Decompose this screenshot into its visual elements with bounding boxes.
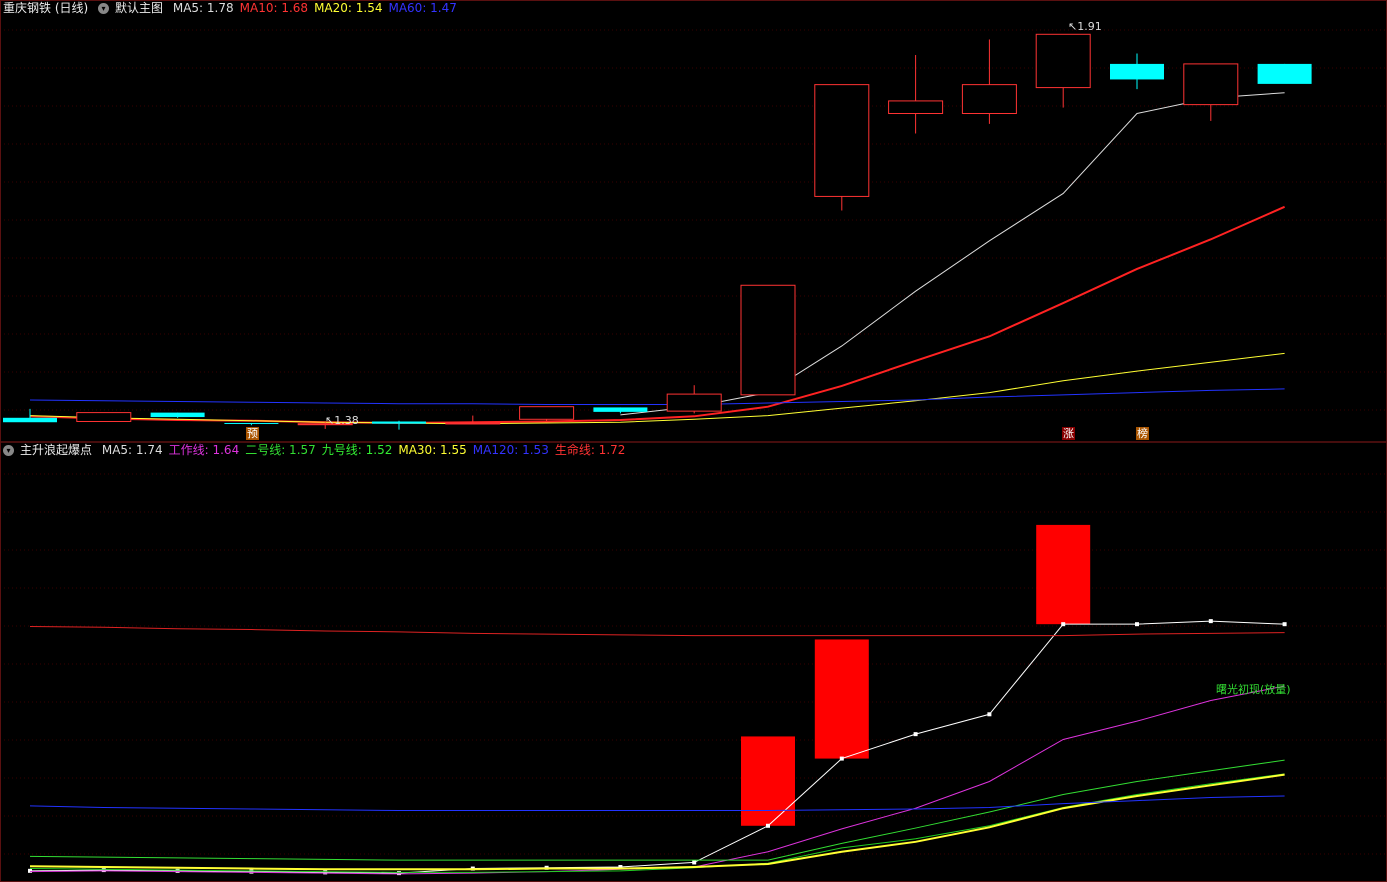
ma5-point: [1208, 619, 1213, 624]
ma5-point: [913, 732, 918, 737]
ma5-point: [175, 868, 180, 873]
candle-body-down: [1257, 63, 1312, 84]
ma5-point: [101, 868, 106, 873]
signal-bar: [741, 736, 795, 826]
candle-body-up: [519, 406, 575, 420]
sub-chart-legend: ▾ 主升浪起爆点 MA5: 1.74 工作线: 1.64 二号线: 1.57 九号线: …: [3, 442, 637, 458]
signal-annotation: 曙光初现(放量): [1216, 683, 1291, 696]
marker-bang[interactable]: 榜: [1136, 427, 1149, 440]
candle-body-down: [224, 422, 279, 424]
ma5-point: [1282, 622, 1287, 627]
ma5-point: [323, 870, 328, 875]
candle-body-up: [888, 100, 944, 115]
signal-bar: [814, 639, 869, 759]
ma5-point: [839, 756, 844, 761]
sub-legend-item: MA120: 1.53: [472, 443, 549, 457]
series-line-MA5: [29, 620, 1285, 874]
sub-legend-item: 生命线: 1.72: [554, 443, 626, 457]
main-chart-legend: 重庆钢铁 (日线) ▾ 默认主图 MA5: 1.78 MA10: 1.68 MA20:…: [3, 0, 469, 16]
candle-body-down: [150, 412, 205, 418]
candle-body-up: [445, 422, 501, 425]
ma5-point: [766, 823, 770, 828]
series-line-生命线: [29, 625, 1285, 637]
marker-yu[interactable]: 预: [246, 427, 259, 440]
signal-bar: [1036, 524, 1091, 625]
chart-canvas[interactable]: [0, 0, 1387, 882]
ma5-point: [987, 712, 992, 717]
main-legend-item: MA5: 1.78: [172, 1, 234, 15]
candle-body-down: [372, 421, 426, 424]
main-legend-item: MA10: 1.68: [239, 1, 309, 15]
candle-body-up: [1035, 33, 1091, 89]
sub-indicator-name[interactable]: 主升浪起爆点: [20, 443, 92, 457]
candle-body-up: [740, 284, 796, 396]
marker-zhang[interactable]: 涨: [1062, 427, 1075, 440]
series-line-ma60: [29, 388, 1285, 405]
low-price-label: ↖1.38: [325, 414, 359, 427]
sub-legend-item: MA30: 1.55: [398, 443, 467, 457]
ma5-point: [1135, 622, 1139, 627]
ma5-point: [397, 871, 401, 876]
candle-body-down: [593, 407, 648, 412]
high-price-label: ↖1.91: [1068, 20, 1102, 33]
ma5-point: [249, 869, 254, 874]
chart-border: [0, 0, 1387, 882]
candle-body-up: [961, 84, 1017, 115]
indicator-name[interactable]: 默认主图: [115, 1, 163, 15]
candle-body-down: [1110, 63, 1164, 80]
sub-legend-item: 九号线: 1.52: [321, 443, 393, 457]
stock-title[interactable]: 重庆钢铁 (日线): [3, 1, 88, 15]
candle-body-up: [1183, 63, 1239, 106]
candle-body-up: [76, 412, 132, 422]
main-legend-item: MA20: 1.54: [314, 1, 383, 15]
sub-legend-item: MA5: 1.74: [101, 443, 163, 457]
main-legend-item: MA60: 1.47: [388, 1, 457, 15]
series-line-ma20: [29, 352, 1285, 425]
series-line-ma5: [620, 92, 1285, 416]
ma5-point: [692, 860, 697, 865]
chevron-down-icon[interactable]: ▾: [98, 3, 110, 14]
ma5-point: [28, 868, 32, 873]
ma5-point: [1061, 622, 1066, 627]
candle-body-up: [814, 84, 870, 197]
series-line-ma10: [29, 205, 1286, 424]
sub-legend-item: 工作线: 1.64: [168, 443, 240, 457]
candle-body-up: [666, 393, 722, 412]
series-line-工作线: [29, 685, 1285, 875]
sub-legend-item: 二号线: 1.57: [245, 443, 316, 457]
candle-body-down: [3, 417, 57, 423]
chevron-down-icon[interactable]: ▾: [3, 445, 14, 456]
